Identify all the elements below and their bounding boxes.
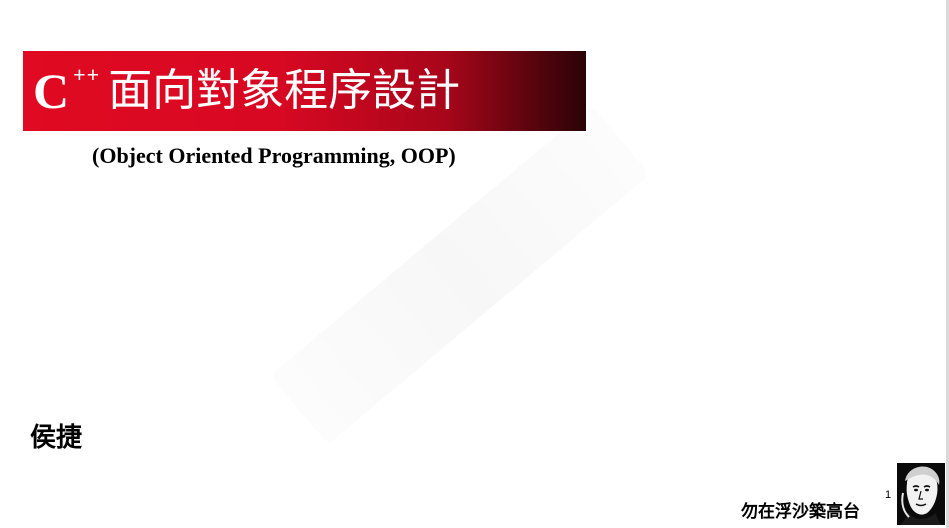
author-portrait-icon (897, 463, 945, 525)
page-number: 1 (885, 489, 892, 501)
subtitle: (Object Oriented Programming, OOP) (92, 143, 456, 168)
title-chinese: 面向對象程序設計 (108, 65, 461, 116)
title-banner: C ++ 面向對象程序設計 (23, 51, 586, 131)
motto-text: 勿在浮沙築高台 (741, 502, 860, 522)
author-name: 侯捷 (30, 423, 83, 453)
slide: C ++ 面向對象程序設計 (Object Oriented Programmi… (0, 0, 949, 528)
title-c: C (33, 63, 70, 119)
title-plusplus: ++ (73, 62, 101, 87)
